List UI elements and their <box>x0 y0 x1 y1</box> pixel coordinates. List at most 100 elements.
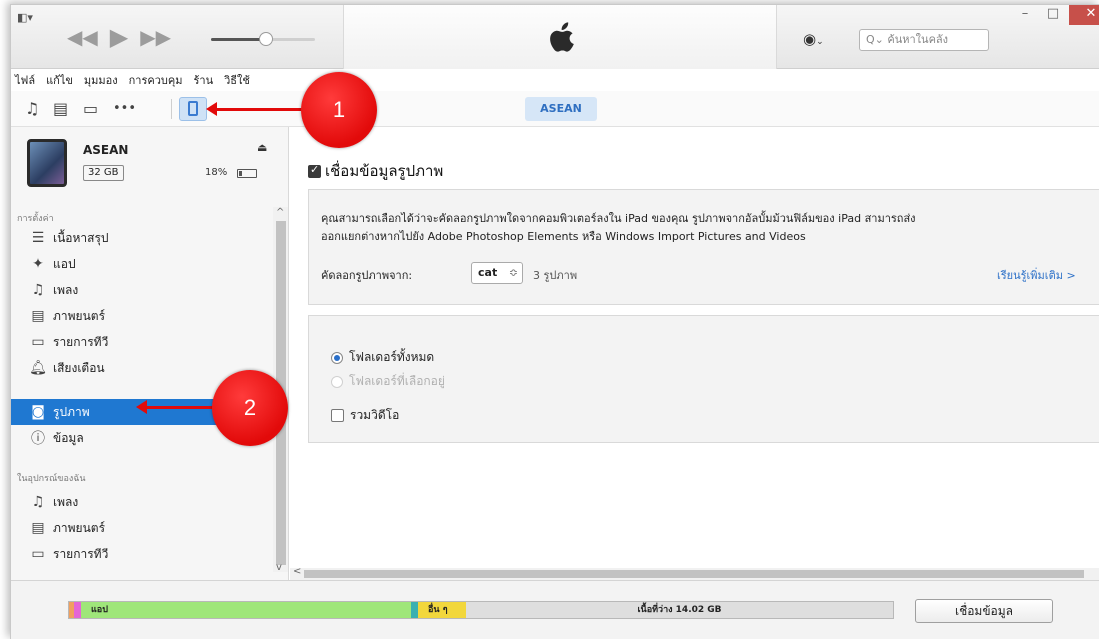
close-button[interactable]: ✕ <box>1069 5 1099 25</box>
menu-store[interactable]: ร้าน <box>193 71 213 89</box>
sidebar-item-device-tv[interactable]: ▭ รายการทีวี <box>11 541 273 567</box>
status-display <box>343 5 777 69</box>
battery-percent: 18% <box>205 167 228 178</box>
sidebar-item-label: เพลง <box>53 282 79 297</box>
toolbar: ♫ ▤ ▭ ••• ASEAN <box>11 91 1099 127</box>
selected-folders-label: โฟลเดอร์ที่เลือกอยู่ <box>349 374 445 388</box>
device-name: ASEAN <box>83 143 129 157</box>
sync-photos-checkbox[interactable]: เชื่อมข้อมูลรูปภาพ <box>308 159 443 183</box>
menu-edit[interactable]: แก้ไข <box>46 71 73 89</box>
sidebar-item-label: แอป <box>53 256 76 271</box>
volume-slider[interactable] <box>211 32 315 46</box>
include-videos-label: รวมวิดีโอ <box>350 408 400 422</box>
ipad-thumbnail-icon <box>27 139 67 187</box>
search-icon: Q⌄ <box>866 33 884 46</box>
sidebar-item-label: เสียงเตือน <box>53 360 105 375</box>
mini-player-icon[interactable]: ◧▾ <box>17 11 33 25</box>
photos-sync-pane: เชื่อมข้อมูลรูปภาพ คุณสามารถเลือกได้ว่าจ… <box>290 127 1099 580</box>
sidebar-item-label: รายการทีวี <box>53 334 109 349</box>
summary-icon: ☰ <box>31 230 45 246</box>
radio-unselected-icon <box>331 375 343 388</box>
play-icon[interactable]: ▶ <box>110 25 128 49</box>
capacity-segment: อื่น ๆ <box>418 602 466 618</box>
include-videos-checkbox[interactable]: รวมวิดีโอ <box>331 406 399 425</box>
copy-from-label: คัดลอกรูปภาพจาก: <box>321 269 413 282</box>
music-icon: ♫ <box>31 494 45 510</box>
search-placeholder: ค้นหาในคลัง <box>887 33 949 46</box>
menu-file[interactable]: ไฟล์ <box>15 71 35 89</box>
annotation-callout-1: 1 <box>301 72 377 148</box>
account-icon[interactable]: ◉⌄ <box>803 30 824 48</box>
apps-icon: ✦ <box>32 256 44 272</box>
music-icon[interactable]: ♫ <box>25 99 39 119</box>
capacity-badge: 32 GB <box>83 165 124 181</box>
annotation-arrow-2 <box>136 400 216 414</box>
main-horizontal-scrollbar[interactable]: < <box>290 566 1099 580</box>
sidebar-item-device-music[interactable]: ♫ เพลง <box>11 489 273 515</box>
description-line-2: ออกแยกต่างหากไปยัง Adobe Photoshop Eleme… <box>321 230 806 243</box>
sidebar-item-summary[interactable]: ☰ เนื้อหาสรุป <box>11 225 273 251</box>
tv-icon: ▭ <box>31 334 45 350</box>
previous-icon[interactable]: ◀◀ <box>67 27 98 47</box>
settings-header: การตั้งค่า <box>17 214 54 224</box>
maximize-button[interactable]: □ <box>1039 5 1067 25</box>
menu-controls[interactable]: การควบคุม <box>129 71 183 89</box>
apple-logo-icon <box>550 22 574 52</box>
stepper-icon: ≎ <box>508 266 518 279</box>
copy-from-value: cat <box>478 266 498 279</box>
photo-count: 3 รูปภาพ <box>533 269 578 282</box>
sync-photos-label: เชื่อมข้อมูลรูปภาพ <box>325 162 444 180</box>
ipad-icon <box>188 101 198 116</box>
more-icon[interactable]: ••• <box>113 99 136 119</box>
device-button[interactable] <box>179 97 207 121</box>
tv-icon[interactable]: ▭ <box>83 99 98 119</box>
scroll-left-icon[interactable]: < <box>293 566 301 577</box>
sidebar-item-label: รูปภาพ <box>53 404 90 419</box>
scroll-down-icon[interactable]: v <box>276 562 282 573</box>
toolbar-divider <box>171 99 172 119</box>
selected-folders-radio[interactable]: โฟลเดอร์ที่เลือกอยู่ <box>331 372 445 391</box>
search-input[interactable]: Q⌄ ค้นหาในคลัง <box>859 29 989 51</box>
sidebar-item-movies[interactable]: ▤ ภาพยนตร์ <box>11 303 273 329</box>
menu-bar: ไฟล์ แก้ไข มุมมอง การควบคุม ร้าน วิธีใช้ <box>11 69 1099 91</box>
sidebar-item-label: ภาพยนตร์ <box>53 520 106 535</box>
capacity-segment: แอป <box>81 602 411 618</box>
main-scroll-thumb[interactable] <box>304 570 1084 578</box>
menu-view[interactable]: มุมมอง <box>84 71 118 89</box>
annotation-callout-2: 2 <box>212 370 288 446</box>
sidebar-item-tv[interactable]: ▭ รายการทีวี <box>11 329 273 355</box>
title-bar: ◧▾ ◀◀ ▶ ▶▶ ◉⌄ Q⌄ ค้นหาในคลัง – □ ✕ <box>11 5 1099 69</box>
bell-icon: 🔔︎ <box>29 360 47 376</box>
folder-options-panel: โฟลเดอร์ทั้งหมด โฟลเดอร์ที่เลือกอยู่ รวม… <box>308 315 1099 443</box>
info-icon: ⓘ <box>31 431 45 447</box>
movies-icon[interactable]: ▤ <box>53 99 68 119</box>
music-icon: ♫ <box>31 282 45 298</box>
sidebar-item-apps[interactable]: ✦ แอป <box>11 251 273 277</box>
learn-more-link[interactable]: เรียนรู้เพิ่มเติม > <box>997 266 1076 284</box>
movies-icon: ▤ <box>31 308 45 324</box>
minimize-button[interactable]: – <box>1011 5 1039 25</box>
eject-icon[interactable]: ⏏ <box>257 141 267 154</box>
movies-icon: ▤ <box>31 520 45 536</box>
sidebar-item-device-movies[interactable]: ▤ ภาพยนตร์ <box>11 515 273 541</box>
device-name-pill[interactable]: ASEAN <box>525 97 597 121</box>
sidebar-item-label: เพลง <box>53 494 79 509</box>
all-folders-radio[interactable]: โฟลเดอร์ทั้งหมด <box>331 348 434 367</box>
tv-icon: ▭ <box>31 546 45 562</box>
description-line-1: คุณสามารถเลือกได้ว่าจะคัดลอกรูปภาพใดจากค… <box>321 212 916 225</box>
sidebar-item-label: รายการทีวี <box>53 546 109 561</box>
sync-button[interactable]: เชื่อมข้อมูล <box>915 599 1053 623</box>
on-my-device-header: ในอุปกรณ์ของฉัน <box>17 474 86 484</box>
capacity-segment <box>411 602 418 618</box>
checkbox-unchecked-icon <box>331 409 344 422</box>
copy-from-select[interactable]: cat ≎ <box>471 262 523 284</box>
sidebar-item-music[interactable]: ♫ เพลง <box>11 277 273 303</box>
all-folders-label: โฟลเดอร์ทั้งหมด <box>349 350 435 364</box>
capacity-segment <box>74 602 81 618</box>
next-icon[interactable]: ▶▶ <box>140 27 171 47</box>
checkbox-checked-icon <box>308 163 321 178</box>
camera-icon: ◙ <box>31 404 45 420</box>
menu-help[interactable]: วิธีใช้ <box>224 71 250 89</box>
scroll-up-icon[interactable]: ^ <box>276 207 284 218</box>
volume-knob[interactable] <box>259 32 273 46</box>
